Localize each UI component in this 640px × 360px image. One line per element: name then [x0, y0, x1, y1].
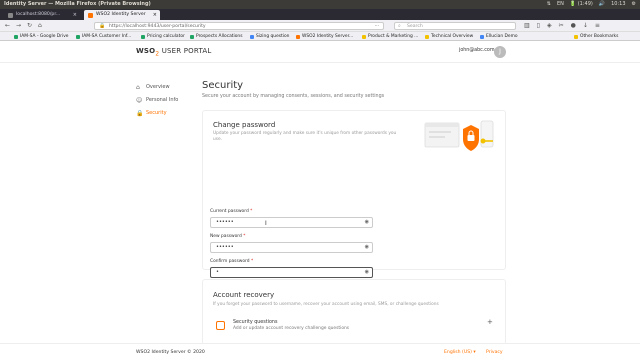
bookmark-item[interactable]: Product & Marketing ...: [362, 32, 418, 41]
folder-icon: [574, 34, 578, 39]
privacy-link[interactable]: Privacy: [486, 350, 503, 355]
settings-icon[interactable]: ⚙: [632, 0, 636, 9]
keyboard-layout-indicator[interactable]: EN: [557, 0, 564, 9]
drive-icon: [76, 34, 80, 39]
bookmark-item[interactable]: Ellucian Demo: [480, 32, 518, 41]
home-icon[interactable]: ⌂: [38, 21, 42, 31]
wso2-user-portal-logo[interactable]: WSO2 USER PORTAL: [136, 47, 211, 57]
close-icon[interactable]: ×: [73, 10, 77, 20]
system-tray: ⇅ EN 🔋 (1:49) 🔊 10:13 ⚙: [547, 0, 636, 9]
change-password-card: Change password Update your password reg…: [202, 110, 506, 278]
page-actions-icon[interactable]: ···: [375, 23, 379, 30]
toolbar-icons: ▥ ▯ ◈ ✂ ● ↓ ≡: [524, 21, 600, 31]
tab-label: WSO2 Identity Server: [96, 12, 146, 17]
extension-icon[interactable]: ●: [571, 21, 576, 31]
sheets-icon: [141, 34, 145, 39]
bookmarks-bar: IAM-SA - Google Drive IAM-SA Customer In…: [0, 32, 640, 41]
sheets-icon: [190, 34, 194, 39]
sidebar-item-overview[interactable]: ⌂ Overview: [136, 81, 178, 94]
tab-localhost[interactable]: localhost:8080/pr... ×: [4, 10, 80, 20]
close-icon[interactable]: ×: [153, 10, 157, 20]
text-cursor-icon: I: [265, 220, 267, 227]
wso2-icon: [296, 34, 300, 39]
bookmark-item[interactable]: WSO2 Identity Server...: [296, 32, 353, 41]
security-questions-description: Add or update account recovery challenge…: [233, 326, 350, 331]
reload-icon[interactable]: ↻: [27, 21, 32, 31]
page-subtitle: Secure your account by managing consents…: [202, 94, 385, 99]
user-icon: ☺: [136, 97, 143, 104]
url-bar[interactable]: 🔒 https://localhost:9443/user-portal/sec…: [94, 22, 384, 30]
bookmark-item[interactable]: Prospects Allocations: [190, 32, 243, 41]
app-header: WSO2 USER PORTAL john@abc.com J: [0, 41, 640, 63]
web-page: WSO2 USER PORTAL john@abc.com J ⌂ Overvi…: [0, 41, 640, 360]
search-input[interactable]: ⌕ Search: [394, 22, 516, 30]
volume-icon[interactable]: 🔊: [599, 0, 605, 9]
forward-icon[interactable]: →: [16, 21, 21, 31]
lock-icon: 🔒: [136, 110, 144, 117]
search-placeholder: Search: [407, 24, 423, 29]
clock[interactable]: 10:13: [611, 0, 625, 9]
bookmark-item[interactable]: Sizing question: [250, 32, 289, 41]
back-icon[interactable]: ←: [5, 21, 10, 31]
new-password-field[interactable]: •••••• ◉: [210, 242, 373, 253]
drive-icon: [14, 34, 18, 39]
shield-icon[interactable]: ◈: [547, 21, 552, 31]
password-illustration-icon: [424, 120, 494, 151]
tab-wso2-identity-server[interactable]: WSO2 Identity Server ×: [84, 10, 160, 20]
search-icon: ⌕: [398, 23, 401, 29]
window-title: Identity Server — Mozilla Firefox (Priva…: [4, 1, 151, 7]
eye-icon[interactable]: ◉: [365, 268, 369, 277]
account-recovery-card: Account recovery If you forget your pass…: [202, 279, 506, 345]
sidebar-item-personal-info[interactable]: ☺ Personal Info: [136, 94, 178, 107]
bookmark-item[interactable]: IAM-SA - Google Drive: [14, 32, 69, 41]
copyright: WSO2 Identity Server © 2020: [136, 350, 205, 355]
page-title: Security: [202, 80, 244, 91]
folder-icon: [425, 34, 429, 39]
url-text: https://localhost:9443/user-portal/secur…: [109, 24, 206, 29]
docs-icon: [250, 34, 254, 39]
menu-icon[interactable]: ≡: [595, 21, 600, 31]
sidebar-icon[interactable]: ▯: [537, 21, 540, 31]
tab-label: localhost:8080/pr...: [16, 12, 61, 17]
navigation-bar: ← → ↻ ⌂ 🔒 https://localhost:9443/user-po…: [0, 20, 640, 32]
network-icon[interactable]: ⇅: [547, 0, 551, 9]
folder-icon: [362, 34, 366, 39]
bookmark-item[interactable]: Technical Overview: [425, 32, 473, 41]
screenshot-icon[interactable]: ✂: [559, 21, 564, 31]
library-icon[interactable]: ▥: [524, 21, 530, 31]
new-password-label: New password *: [210, 234, 246, 239]
docs-icon: [480, 34, 484, 39]
battery-icon[interactable]: 🔋 (1:49): [570, 0, 593, 9]
wso2-favicon-icon: [88, 13, 93, 18]
user-email: john@abc.com: [459, 48, 495, 53]
other-bookmarks[interactable]: Other Bookmarks: [574, 32, 618, 41]
security-questions-icon: [216, 321, 225, 330]
card-title: Change password: [213, 121, 276, 129]
current-password-field[interactable]: •••••• I ◉: [210, 217, 373, 228]
sidebar: ⌂ Overview ☺ Personal Info 🔒 Security: [136, 81, 178, 120]
language-selector[interactable]: English (US) ▾: [444, 350, 476, 355]
bookmark-item[interactable]: IAM-SA Customer Inf...: [76, 32, 131, 41]
current-password-label: Current password *: [210, 209, 253, 214]
card-title: Account recovery: [213, 291, 275, 299]
eye-icon[interactable]: ◉: [365, 243, 369, 252]
os-title-bar: Identity Server — Mozilla Firefox (Priva…: [0, 0, 640, 9]
eye-icon[interactable]: ◉: [365, 218, 369, 227]
chevron-down-icon: ▾: [473, 350, 476, 355]
home-icon: ⌂: [136, 84, 140, 91]
download-icon[interactable]: ↓: [583, 21, 588, 31]
sidebar-item-security[interactable]: 🔒 Security: [136, 107, 178, 120]
lock-icon[interactable]: 🔒: [99, 23, 105, 30]
avatar[interactable]: J: [494, 46, 506, 58]
add-icon[interactable]: +: [487, 318, 493, 326]
card-description: Update your password regularly and make …: [213, 131, 397, 142]
bookmark-item[interactable]: Pricing calculator: [141, 32, 185, 41]
footer: WSO2 Identity Server © 2020 English (US)…: [0, 343, 640, 360]
confirm-password-label: Confirm password *: [210, 259, 254, 264]
tab-strip: localhost:8080/pr... × WSO2 Identity Ser…: [0, 9, 640, 27]
security-questions-title: Security questions: [233, 320, 278, 325]
confirm-password-field[interactable]: • ◉: [210, 267, 373, 278]
page-icon: [8, 13, 13, 18]
card-description: If you forget your password to username,…: [213, 302, 439, 307]
